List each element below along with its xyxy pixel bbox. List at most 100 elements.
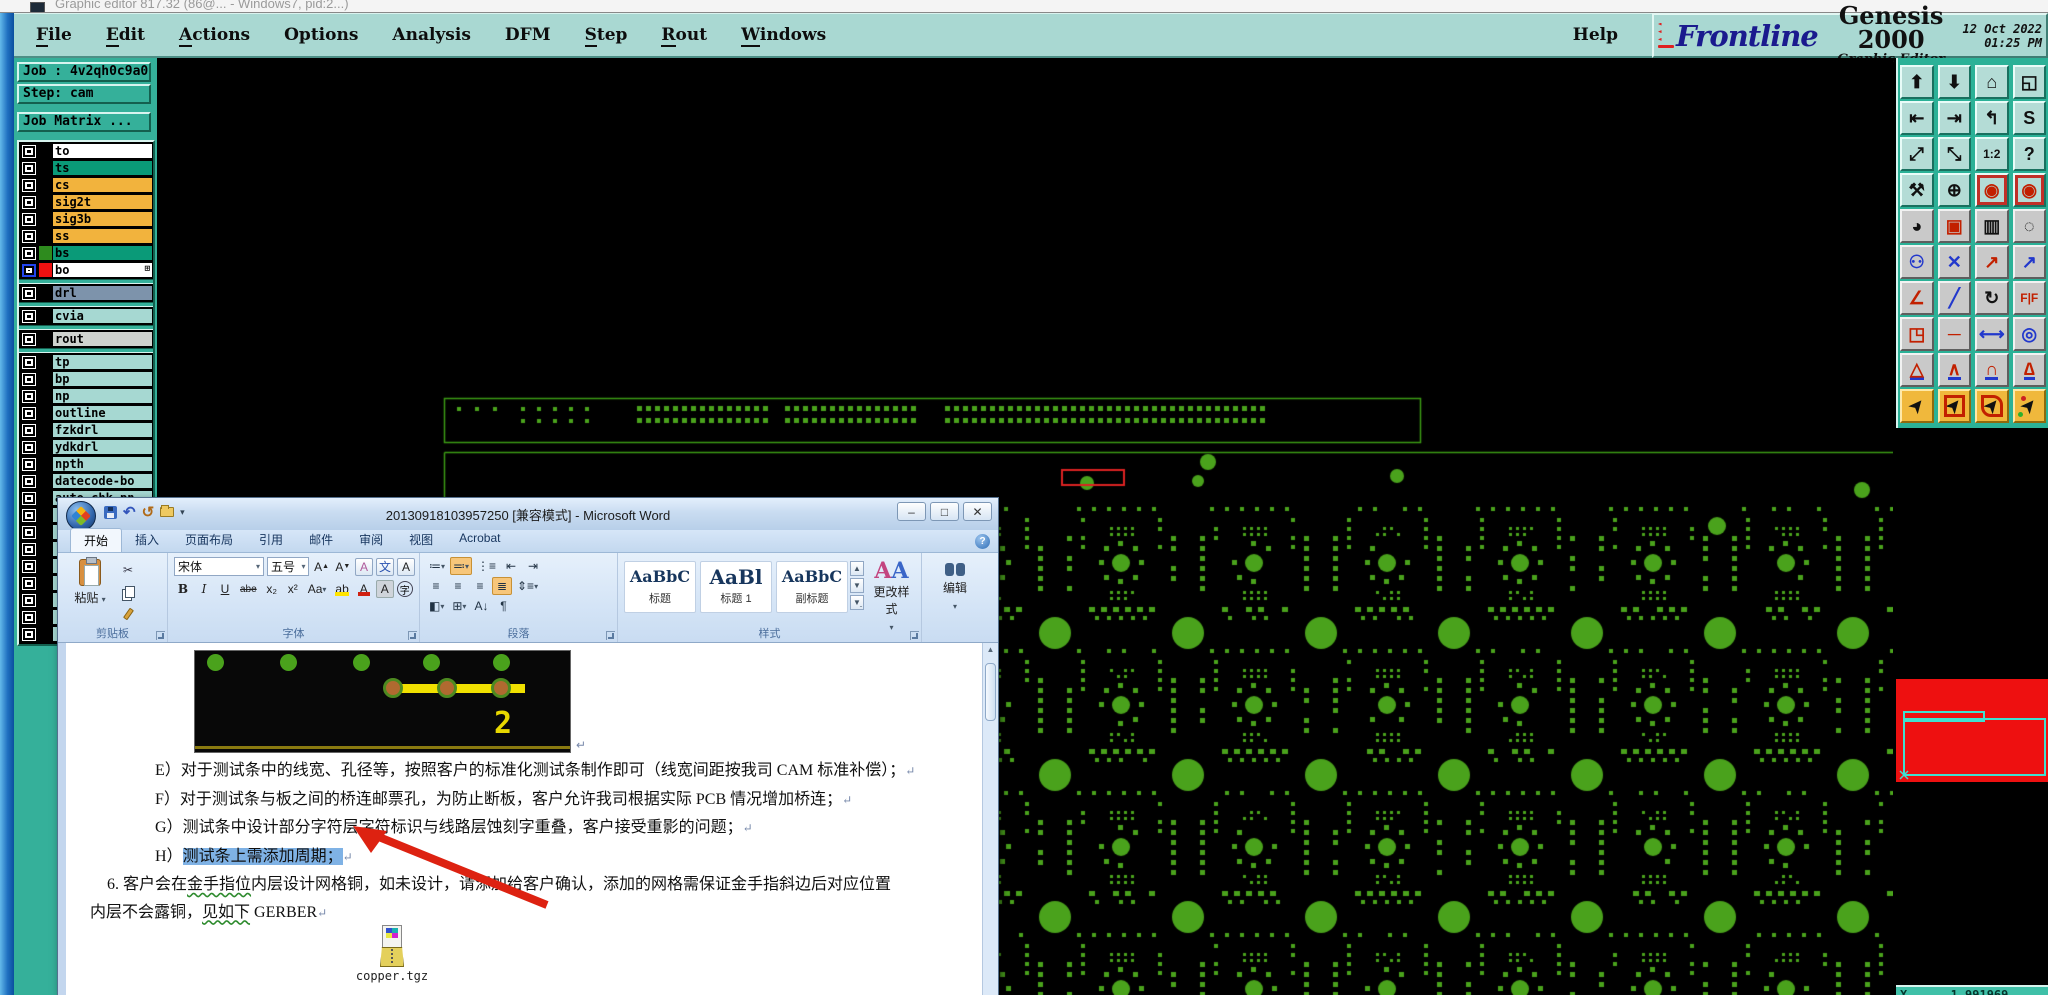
zoom-out-button[interactable]: ⬇: [1937, 65, 1971, 99]
style-card-标题 1[interactable]: AaBl 标题 1: [700, 561, 772, 613]
cursor-lasso-button[interactable]: ➤: [1975, 389, 2009, 423]
style-card-标题[interactable]: AaBbC 标题: [624, 561, 696, 613]
scroll-thumb[interactable]: [985, 663, 996, 721]
datum-b-button[interactable]: ◉: [2012, 173, 2046, 207]
document-area[interactable]: 2 ↵ E）对于测试条中的线宽、孔径等，按照客户的标准化测试条制作即可（线宽间距…: [58, 643, 998, 995]
tab-页面布局[interactable]: 页面布局: [172, 528, 246, 552]
cut-button[interactable]: ✂: [116, 560, 140, 579]
numbering-button[interactable]: ≕ ▾: [450, 557, 473, 575]
menu-file[interactable]: File: [36, 25, 72, 47]
layer-row-fzkdrl[interactable]: fzkdrl: [20, 422, 152, 438]
bold-button[interactable]: B: [174, 580, 192, 598]
layer-visibility-checkbox[interactable]: [22, 229, 36, 243]
align-left-button[interactable]: ≡: [426, 577, 446, 595]
layer-visibility-checkbox[interactable]: [22, 457, 36, 471]
open-icon[interactable]: [160, 505, 175, 517]
layer-visibility-checkbox[interactable]: [22, 525, 36, 539]
layer-row-bs[interactable]: bs: [20, 245, 152, 261]
tab-视图[interactable]: 视图: [396, 528, 446, 552]
change-styles-button[interactable]: AA 更改样式 ▾: [866, 557, 917, 632]
tab-审阅[interactable]: 审阅: [346, 528, 396, 552]
pan-right-button[interactable]: ⇥: [1937, 101, 1971, 135]
layer-row-np[interactable]: np: [20, 388, 152, 404]
layer-visibility-checkbox[interactable]: [22, 212, 36, 226]
format-painter-button[interactable]: [116, 604, 140, 623]
layer-row-drl[interactable]: drl: [20, 285, 152, 301]
clipboard-dialog-launcher[interactable]: [156, 631, 165, 640]
layer-visibility-checkbox[interactable]: [22, 423, 36, 437]
zoom-in-button[interactable]: ⬆: [1900, 65, 1934, 99]
font-dialog-launcher[interactable]: [408, 631, 417, 640]
menu-windows[interactable]: Windows: [741, 25, 826, 47]
superscript-button[interactable]: x²: [284, 580, 302, 598]
layer-visibility-checkbox[interactable]: [22, 263, 36, 277]
layer-visibility-checkbox[interactable]: [22, 161, 36, 175]
borders-button[interactable]: ⊞ ▾: [449, 597, 469, 615]
delete-feature-button[interactable]: ✕: [1937, 245, 1971, 279]
zoom-ratio-button[interactable]: 1:2: [1975, 137, 2009, 171]
enclose-character-button[interactable]: 字: [396, 581, 413, 597]
menu-edit[interactable]: Edit: [105, 25, 145, 47]
expand-view-button[interactable]: ⤢: [1900, 137, 1934, 171]
pan-left-button[interactable]: ⇤: [1900, 101, 1934, 135]
layer-visibility-checkbox[interactable]: [22, 559, 36, 573]
document-text[interactable]: E）对于测试条中的线宽、孔径等，按照客户的标准化测试条制作即可（线宽间距按我司 …: [66, 757, 982, 927]
ruler-button[interactable]: ▥: [1975, 209, 2009, 243]
bullets-button[interactable]: ≔ ▾: [426, 557, 448, 575]
measure-angle-button[interactable]: ∠: [1900, 281, 1934, 315]
layer-visibility-checkbox[interactable]: [22, 576, 36, 590]
save-icon[interactable]: [104, 505, 117, 519]
peak-b-button[interactable]: ∧: [1937, 353, 1971, 387]
layer-visibility-checkbox[interactable]: [22, 309, 36, 323]
tab-邮件[interactable]: 邮件: [296, 528, 346, 552]
style-scroll-down[interactable]: ▼: [850, 578, 864, 593]
previous-view-button[interactable]: ↰: [1975, 101, 2009, 135]
grid-snap-button[interactable]: ⊕: [1937, 173, 1971, 207]
layer-visibility-checkbox[interactable]: [22, 508, 36, 522]
layer-row-outline[interactable]: outline: [20, 405, 152, 421]
setup-tools-button[interactable]: ⚒: [1900, 173, 1934, 207]
doc-line[interactable]: E）对于测试条中的线宽、孔径等，按照客户的标准化测试条制作即可（线宽间距按我司 …: [66, 757, 982, 786]
datum-a-button[interactable]: ◉: [1975, 173, 2009, 207]
sort-button[interactable]: A↓: [471, 597, 491, 615]
measure-distance-button[interactable]: ⟷: [1975, 317, 2009, 351]
font-color-button[interactable]: A: [355, 580, 373, 598]
increase-indent-button[interactable]: ⇥: [523, 557, 543, 575]
phonetic-guide-button[interactable]: 文: [376, 557, 394, 576]
tab-开始[interactable]: 开始: [70, 528, 123, 552]
rotate-feature-button[interactable]: ↻: [1975, 281, 2009, 315]
strikethrough-button[interactable]: abe: [237, 580, 260, 598]
line-spacing-button[interactable]: ⇕≡ ▾: [514, 577, 541, 595]
scroll-up-icon[interactable]: ▲: [985, 645, 996, 654]
justify-button[interactable]: ≣: [492, 577, 512, 595]
redo-icon[interactable]: ↺: [142, 503, 155, 521]
layer-row-sig2t[interactable]: sig2t: [20, 194, 152, 210]
layer-visibility-checkbox[interactable]: [22, 406, 36, 420]
grow-font-button[interactable]: A ▲: [312, 558, 330, 576]
paste-button[interactable]: 粘贴 ▾: [64, 557, 116, 628]
job-matrix-button[interactable]: Job Matrix ...: [17, 112, 151, 132]
region-select-button[interactable]: ◌: [2012, 209, 2046, 243]
underline-button[interactable]: U: [216, 580, 234, 598]
close-button[interactable]: ✕: [963, 502, 992, 521]
doc-line[interactable]: F）对于测试条与板之间的桥连邮票孔，为防止断板，客户允许我司根据实际 PCB 情…: [66, 786, 982, 815]
select-feature-button[interactable]: ◕: [1900, 209, 1934, 243]
layer-visibility-checkbox[interactable]: [22, 195, 36, 209]
home-view-button[interactable]: ⌂: [1975, 65, 2009, 99]
tab-插入[interactable]: 插入: [122, 528, 172, 552]
peak-a-button[interactable]: △: [1900, 353, 1934, 387]
cursor-route-button[interactable]: ➤: [2012, 389, 2046, 423]
align-center-button[interactable]: ≡: [448, 577, 468, 595]
subscript-button[interactable]: x₂: [263, 580, 281, 598]
shrink-view-button[interactable]: ⤡: [1937, 137, 1971, 171]
show-marks-button[interactable]: ¶: [493, 597, 513, 615]
layer-row-cvia[interactable]: cvia: [20, 308, 152, 324]
peak-d-button[interactable]: ∆: [2012, 353, 2046, 387]
attachment[interactable]: copper.tgz: [332, 925, 452, 983]
contour-view-button[interactable]: S: [2012, 101, 2046, 135]
undo-icon[interactable]: ↶: [123, 503, 136, 521]
style-scroll-up[interactable]: ▲: [850, 561, 864, 576]
decrease-indent-button[interactable]: ⇤: [501, 557, 521, 575]
layer-visibility-checkbox[interactable]: [22, 440, 36, 454]
menu-analysis[interactable]: Analysis: [392, 25, 471, 45]
